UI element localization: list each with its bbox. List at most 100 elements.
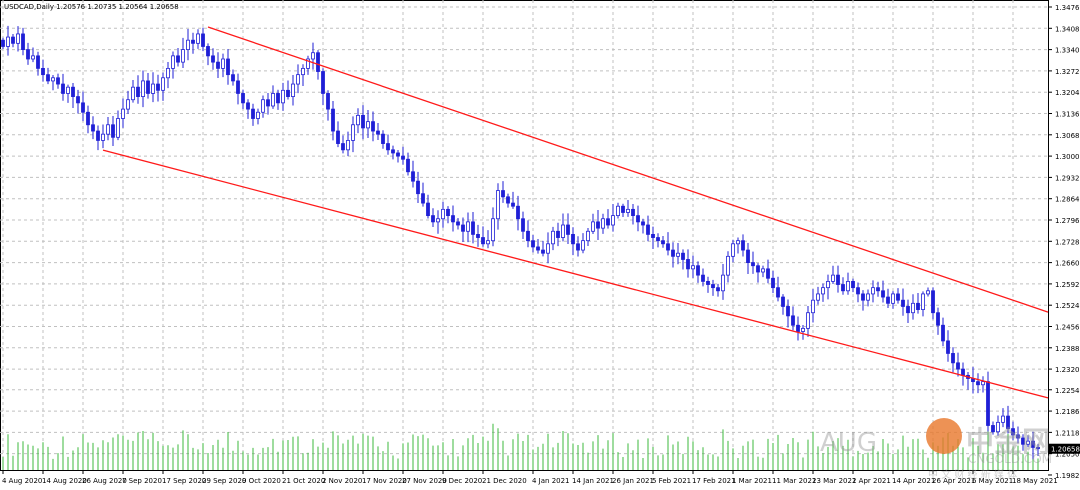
x-tick-label: 18 May 2021 <box>1012 477 1058 485</box>
candle-body <box>911 302 915 314</box>
candle-body <box>456 221 460 226</box>
candle-body <box>136 86 140 97</box>
x-tick-label: 26 Aug 2020 <box>82 477 127 485</box>
candle-body <box>191 39 195 44</box>
candle-body <box>891 293 895 304</box>
candle-body <box>846 280 850 292</box>
candle-body <box>316 52 320 72</box>
candle-body <box>521 218 525 232</box>
candle-body <box>391 149 395 154</box>
candle-body <box>61 83 65 94</box>
candle-body <box>526 230 530 242</box>
candle-body <box>751 262 755 267</box>
y-tick-label: 1.32720 <box>1055 68 1080 76</box>
candle-body <box>906 306 910 314</box>
y-tick-label: 1.27960 <box>1055 217 1080 225</box>
x-tick-label: 11 Mar 2021 <box>772 477 816 485</box>
candle-body <box>841 284 845 292</box>
candle-body <box>731 243 735 257</box>
candle-body <box>606 218 610 226</box>
y-tick-label: 1.30000 <box>1055 153 1080 161</box>
y-tick-label: 1.34760 <box>1055 4 1080 12</box>
x-tick-label: 26 Jan 2021 <box>612 477 654 485</box>
y-tick-label: 1.22540 <box>1055 387 1080 395</box>
candle-body <box>961 368 965 376</box>
candle-body <box>626 208 630 213</box>
candle-body <box>366 121 370 129</box>
candle-body <box>126 99 130 110</box>
y-tick-label: 1.30680 <box>1055 132 1080 140</box>
candle-body <box>576 243 580 251</box>
candle-body <box>51 77 55 82</box>
candle-body <box>686 259 690 270</box>
candle-body <box>261 99 265 113</box>
candle-body <box>76 96 80 104</box>
candle-body <box>281 89 285 104</box>
candle-body <box>711 284 715 289</box>
candle-body <box>806 312 810 329</box>
candle-body <box>421 193 425 204</box>
candle-body <box>436 218 440 223</box>
candle-body <box>181 49 185 63</box>
candle-body <box>791 315 795 326</box>
candle-body <box>256 111 260 119</box>
candle-body <box>531 240 535 248</box>
candle-body <box>546 243 550 254</box>
candle-body <box>926 290 930 295</box>
candle-body <box>301 67 305 76</box>
candle-body <box>706 280 710 285</box>
x-tick-label: 23 Mar 2021 <box>812 477 856 485</box>
candle-body <box>931 290 935 314</box>
candle-body <box>551 230 555 245</box>
y-tick-label: 1.27280 <box>1055 238 1080 246</box>
candle-body <box>876 287 880 292</box>
candle-body <box>241 93 245 104</box>
candle-body <box>286 89 290 97</box>
y-tick-label: 1.23880 <box>1055 345 1080 353</box>
candle-body <box>441 208 445 220</box>
candle-body <box>556 230 560 238</box>
candle-body <box>566 224 570 235</box>
candle-body <box>651 234 655 238</box>
candle-body <box>291 83 295 97</box>
x-tick-label: 21 Oct 2020 <box>282 477 325 485</box>
candle-body <box>121 108 125 119</box>
candle-body <box>171 55 175 69</box>
candle-body <box>426 202 430 217</box>
candle-body <box>776 287 780 298</box>
y-tick-label: 1.19820 <box>1055 472 1080 480</box>
candle-body <box>196 33 200 44</box>
price-chart: 1.34760 1.34080 1.33400 1.32720 1.32040 1.313… <box>0 0 1080 485</box>
candle-body <box>226 58 230 76</box>
candle-body <box>946 340 950 354</box>
watermark-logo-icon <box>926 418 962 454</box>
candle-body <box>116 118 120 138</box>
candle-body <box>211 55 215 63</box>
y-tick-label: 1.31360 <box>1055 111 1080 119</box>
candle-body <box>691 265 695 270</box>
candle-body <box>466 221 470 232</box>
candle-body <box>831 274 835 282</box>
candle-body <box>496 190 500 220</box>
y-tick-label: 1.28640 <box>1055 196 1080 204</box>
candle-body <box>231 74 235 82</box>
candle-body <box>696 265 700 276</box>
candle-body <box>636 215 640 223</box>
candle-body <box>511 202 515 207</box>
candle-body <box>796 324 800 332</box>
candle-body <box>701 274 705 282</box>
candle-body <box>56 77 60 85</box>
candle-body <box>571 234 575 245</box>
candle-body <box>756 265 760 273</box>
candle-body <box>986 381 990 426</box>
x-tick-label: 14 Aug 2020 <box>42 477 87 485</box>
candle-body <box>146 80 150 94</box>
candle-body <box>836 274 840 285</box>
candle-body <box>246 102 250 110</box>
candle-body <box>741 240 745 251</box>
candle-body <box>41 67 45 76</box>
y-tick-label: 1.33400 <box>1055 47 1080 55</box>
candle-body <box>871 287 875 295</box>
candle-body <box>176 55 180 63</box>
candle-body <box>901 299 905 307</box>
